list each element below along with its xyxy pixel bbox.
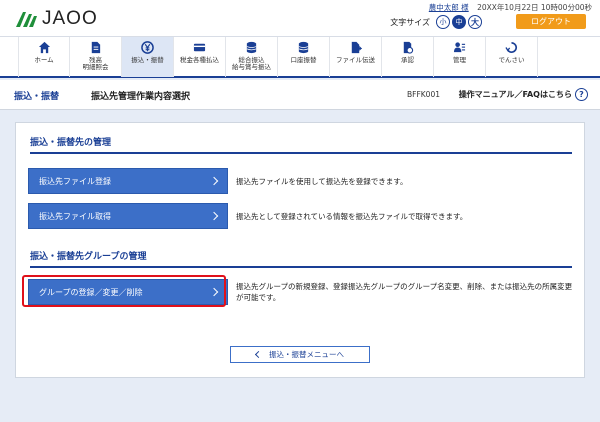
nav-item-bulk-transfer[interactable]: 総合振込 給与賞与振込	[226, 37, 278, 77]
payee-file-register-description: 振込先ファイルを使用して振込先を登録できます。	[236, 177, 408, 186]
back-to-transfer-menu-button[interactable]: 振込・振替メニューへ	[230, 346, 370, 363]
coin-stack-icon	[246, 41, 257, 54]
nav-item-tax[interactable]: 税金各種払込	[174, 37, 226, 77]
chevron-left-icon	[254, 350, 263, 359]
payee-file-download-button[interactable]: 振込先ファイル取得	[28, 203, 228, 229]
group-management-description: 振込先グループの新規登録、登録振込先グループのグループ名変更、削除、または振込先…	[236, 282, 573, 303]
document-icon	[91, 41, 101, 54]
nav-item-balance[interactable]: 残高 明細照会	[70, 37, 122, 77]
screen-id: BFFK001	[406, 90, 440, 99]
page-title: 振込先管理作業内容選択	[91, 92, 191, 102]
nav-item-densai[interactable]: でんさい	[486, 37, 538, 77]
card-icon	[193, 43, 206, 52]
chevron-right-icon	[209, 211, 219, 221]
file-transfer-icon	[351, 41, 362, 54]
text-size-small-button[interactable]: 小	[436, 15, 450, 29]
nav-item-approval[interactable]: 承認	[382, 37, 434, 77]
user-info: 農中太郎 様 20XX年10月22日 10時00分00秒	[429, 2, 592, 13]
section-heading-payee-management: 振込・振替先の管理	[30, 135, 572, 154]
admin-icon	[453, 42, 466, 53]
nav-item-account-transfer[interactable]: 口座振替	[278, 37, 330, 77]
logo-text: JAOO	[42, 8, 98, 29]
yen-coin-icon	[141, 41, 154, 54]
text-size-medium-button[interactable]: 中	[452, 15, 466, 29]
nav-item-admin[interactable]: 管理	[434, 37, 486, 77]
coin-stack-icon	[298, 41, 309, 54]
help-link[interactable]: 操作マニュアル／FAQはこちら	[459, 89, 572, 100]
main-panel: 振込・振替先の管理 振込先ファイル登録 振込先ファイルを使用して振込先を登録でき…	[15, 122, 585, 378]
section-heading-group-management: 振込・振替先グループの管理	[30, 249, 572, 268]
chevron-right-icon	[209, 176, 219, 186]
page-category: 振込・振替	[14, 92, 60, 102]
text-size-label: 文字サイズ	[390, 17, 430, 27]
global-nav: ホーム 残高 明細照会 振込・振替 税金各種払込 総合振込 給与賞与振込 口座振…	[0, 36, 600, 78]
logo: JAOO	[14, 8, 98, 30]
payee-file-register-button[interactable]: 振込先ファイル登録	[28, 168, 228, 194]
help-icon[interactable]: ?	[575, 88, 588, 101]
nav-item-transfer[interactable]: 振込・振替	[122, 37, 174, 77]
text-size-selector: 文字サイズ 小 中 大	[390, 15, 482, 29]
user-name-link[interactable]: 農中太郎 様	[429, 3, 469, 12]
header: JAOO 農中太郎 様 20XX年10月22日 10時00分00秒 文字サイズ …	[0, 0, 600, 36]
home-icon	[38, 41, 50, 54]
ja-logo-icon	[16, 12, 37, 27]
approval-icon	[403, 41, 414, 54]
nav-item-home[interactable]: ホーム	[18, 37, 70, 77]
login-datetime: 20XX年10月22日 10時00分00秒	[477, 3, 592, 12]
title-bar: 振込・振替 振込先管理作業内容選択 BFFK001 操作マニュアル／FAQはこち…	[0, 80, 600, 110]
highlight-frame	[22, 275, 226, 307]
logout-button[interactable]: ログアウト	[516, 14, 586, 29]
payee-file-download-description: 振込先として登録されている情報を振込先ファイルで取得できます。	[236, 212, 468, 221]
text-size-large-button[interactable]: 大	[468, 15, 482, 29]
densai-icon	[505, 42, 518, 53]
nav-item-file-transfer[interactable]: ファイル伝送	[330, 37, 382, 77]
